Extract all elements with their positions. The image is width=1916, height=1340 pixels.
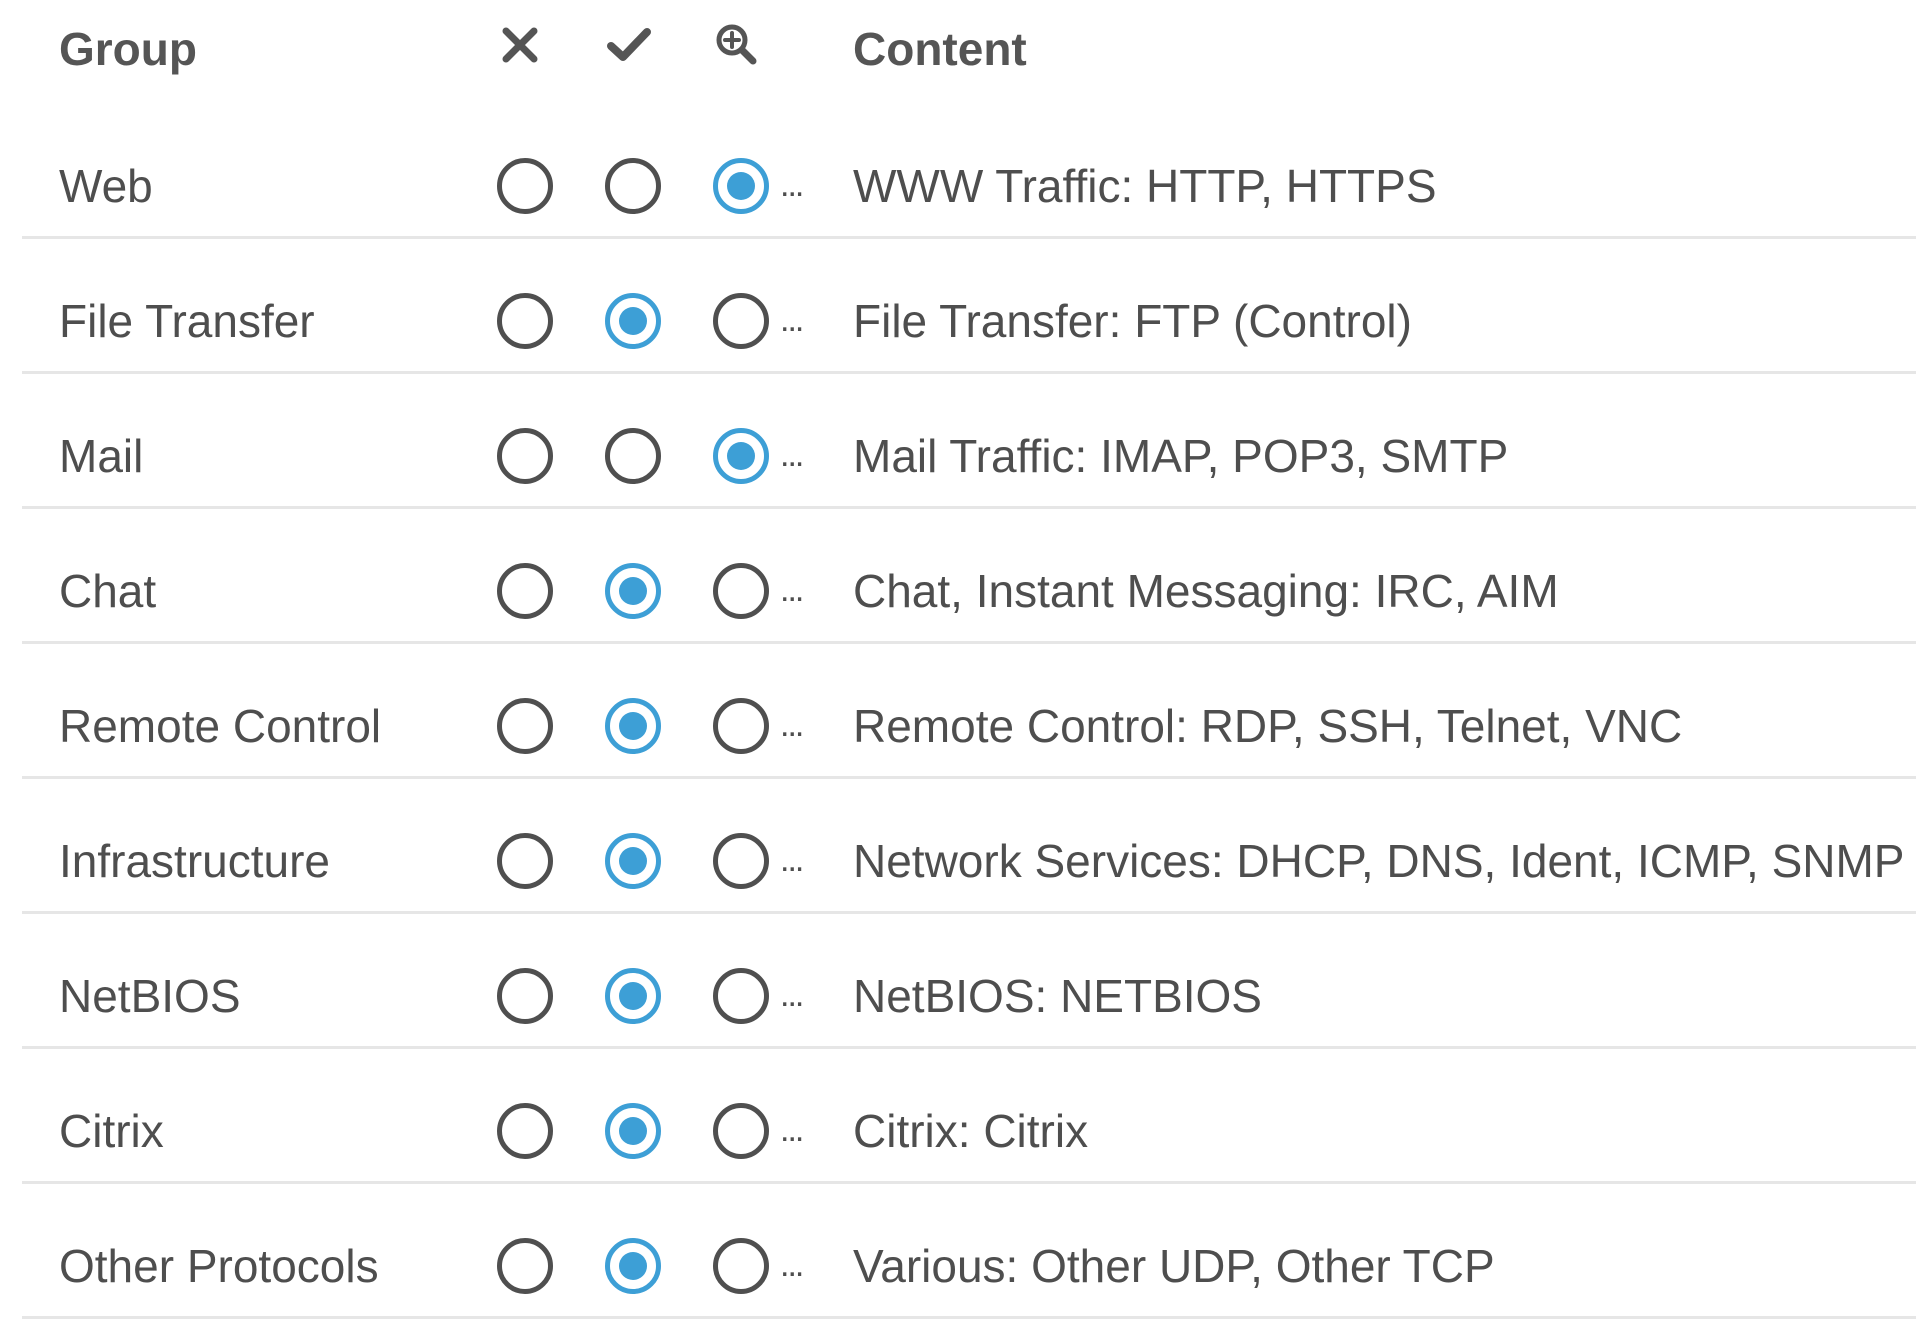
group-name: NetBIOS bbox=[59, 970, 241, 1022]
content-column-header: Content bbox=[853, 23, 1027, 75]
block-radio[interactable] bbox=[497, 968, 553, 1024]
group-content: NetBIOS: NETBIOS bbox=[853, 970, 1262, 1022]
group-name: Infrastructure bbox=[59, 835, 330, 887]
block-radio[interactable] bbox=[497, 1103, 553, 1159]
allow-radio[interactable] bbox=[605, 698, 661, 754]
more-options-ellipsis[interactable]: ... bbox=[780, 841, 804, 880]
allow-radio[interactable] bbox=[605, 833, 661, 889]
group-content: Citrix: Citrix bbox=[853, 1105, 1089, 1157]
more-options-ellipsis[interactable]: ... bbox=[780, 976, 804, 1015]
inspect-radio[interactable] bbox=[713, 968, 769, 1024]
group-name: Chat bbox=[59, 565, 157, 617]
allow-radio[interactable] bbox=[605, 563, 661, 619]
table-row: Citrix... Citrix: Citrix bbox=[22, 1049, 1916, 1184]
inspect-radio[interactable] bbox=[713, 158, 769, 214]
allow-radio[interactable] bbox=[605, 968, 661, 1024]
inspect-radio[interactable] bbox=[713, 563, 769, 619]
group-content: Remote Control: RDP, SSH, Telnet, VNC bbox=[853, 700, 1683, 752]
block-radio[interactable] bbox=[497, 833, 553, 889]
group-name: Remote Control bbox=[59, 700, 382, 752]
more-options-ellipsis[interactable]: ... bbox=[780, 301, 804, 340]
group-content: Various: Other UDP, Other TCP bbox=[853, 1240, 1495, 1292]
allow-radio[interactable] bbox=[605, 293, 661, 349]
group-name: File Transfer bbox=[59, 295, 315, 347]
inspect-radio[interactable] bbox=[713, 1238, 769, 1294]
block-radio[interactable] bbox=[497, 428, 553, 484]
table-row: File Transfer... File Transfer: FTP (Cont… bbox=[22, 239, 1916, 374]
table-body: Web... WWW Traffic: HTTP, HTTPS File Trans… bbox=[22, 104, 1916, 1319]
group-name: Other Protocols bbox=[59, 1240, 379, 1292]
more-options-ellipsis[interactable]: ... bbox=[780, 571, 804, 610]
inspect-radio[interactable] bbox=[713, 1103, 769, 1159]
block-radio[interactable] bbox=[497, 293, 553, 349]
table-row: Web... WWW Traffic: HTTP, HTTPS bbox=[22, 104, 1916, 239]
block-radio[interactable] bbox=[497, 698, 553, 754]
group-content: Mail Traffic: IMAP, POP3, SMTP bbox=[853, 430, 1509, 482]
group-name: Citrix bbox=[59, 1105, 164, 1157]
allow-radio[interactable] bbox=[605, 428, 661, 484]
inspect-radio[interactable] bbox=[713, 698, 769, 754]
group-name: Mail bbox=[59, 430, 144, 482]
group-content: File Transfer: FTP (Control) bbox=[853, 295, 1412, 347]
group-column-header: Group bbox=[59, 23, 197, 75]
group-content: Network Services: DHCP, DNS, Ident, ICMP… bbox=[853, 835, 1905, 887]
group-name: Web bbox=[59, 160, 153, 212]
allow-radio[interactable] bbox=[605, 158, 661, 214]
inspect-icon bbox=[716, 24, 757, 65]
block-radio[interactable] bbox=[497, 1238, 553, 1294]
block-radio[interactable] bbox=[497, 158, 553, 214]
table-row: Infrastructure... Network Services: DHCP,… bbox=[22, 779, 1916, 914]
more-options-ellipsis[interactable]: ... bbox=[780, 1111, 804, 1150]
block-radio[interactable] bbox=[497, 563, 553, 619]
table-row: Mail... Mail Traffic: IMAP, POP3, SMTP bbox=[22, 374, 1916, 509]
more-options-ellipsis[interactable]: ... bbox=[780, 1246, 804, 1285]
protocol-groups-table: Group Content Web... WWW Traffic: HTTP, H… bbox=[22, 0, 1916, 1319]
allow-radio[interactable] bbox=[605, 1238, 661, 1294]
table-row: Other Protocols... Various: Other UDP, Ot… bbox=[22, 1184, 1916, 1319]
table-row: Chat... Chat, Instant Messaging: IRC, AIM bbox=[22, 509, 1916, 644]
block-icon bbox=[502, 27, 538, 63]
table-row: NetBIOS... NetBIOS: NETBIOS bbox=[22, 914, 1916, 1049]
inspect-radio[interactable] bbox=[713, 293, 769, 349]
allow-icon bbox=[607, 28, 651, 61]
more-options-ellipsis[interactable]: ... bbox=[780, 166, 804, 205]
group-content: WWW Traffic: HTTP, HTTPS bbox=[853, 160, 1437, 212]
more-options-ellipsis[interactable]: ... bbox=[780, 706, 804, 745]
more-options-ellipsis[interactable]: ... bbox=[780, 436, 804, 475]
table-header: Group Content bbox=[22, 0, 1916, 100]
inspect-radio[interactable] bbox=[713, 833, 769, 889]
group-content: Chat, Instant Messaging: IRC, AIM bbox=[853, 565, 1559, 617]
inspect-radio[interactable] bbox=[713, 428, 769, 484]
allow-radio[interactable] bbox=[605, 1103, 661, 1159]
table-row: Remote Control... Remote Control: RDP, SS… bbox=[22, 644, 1916, 779]
